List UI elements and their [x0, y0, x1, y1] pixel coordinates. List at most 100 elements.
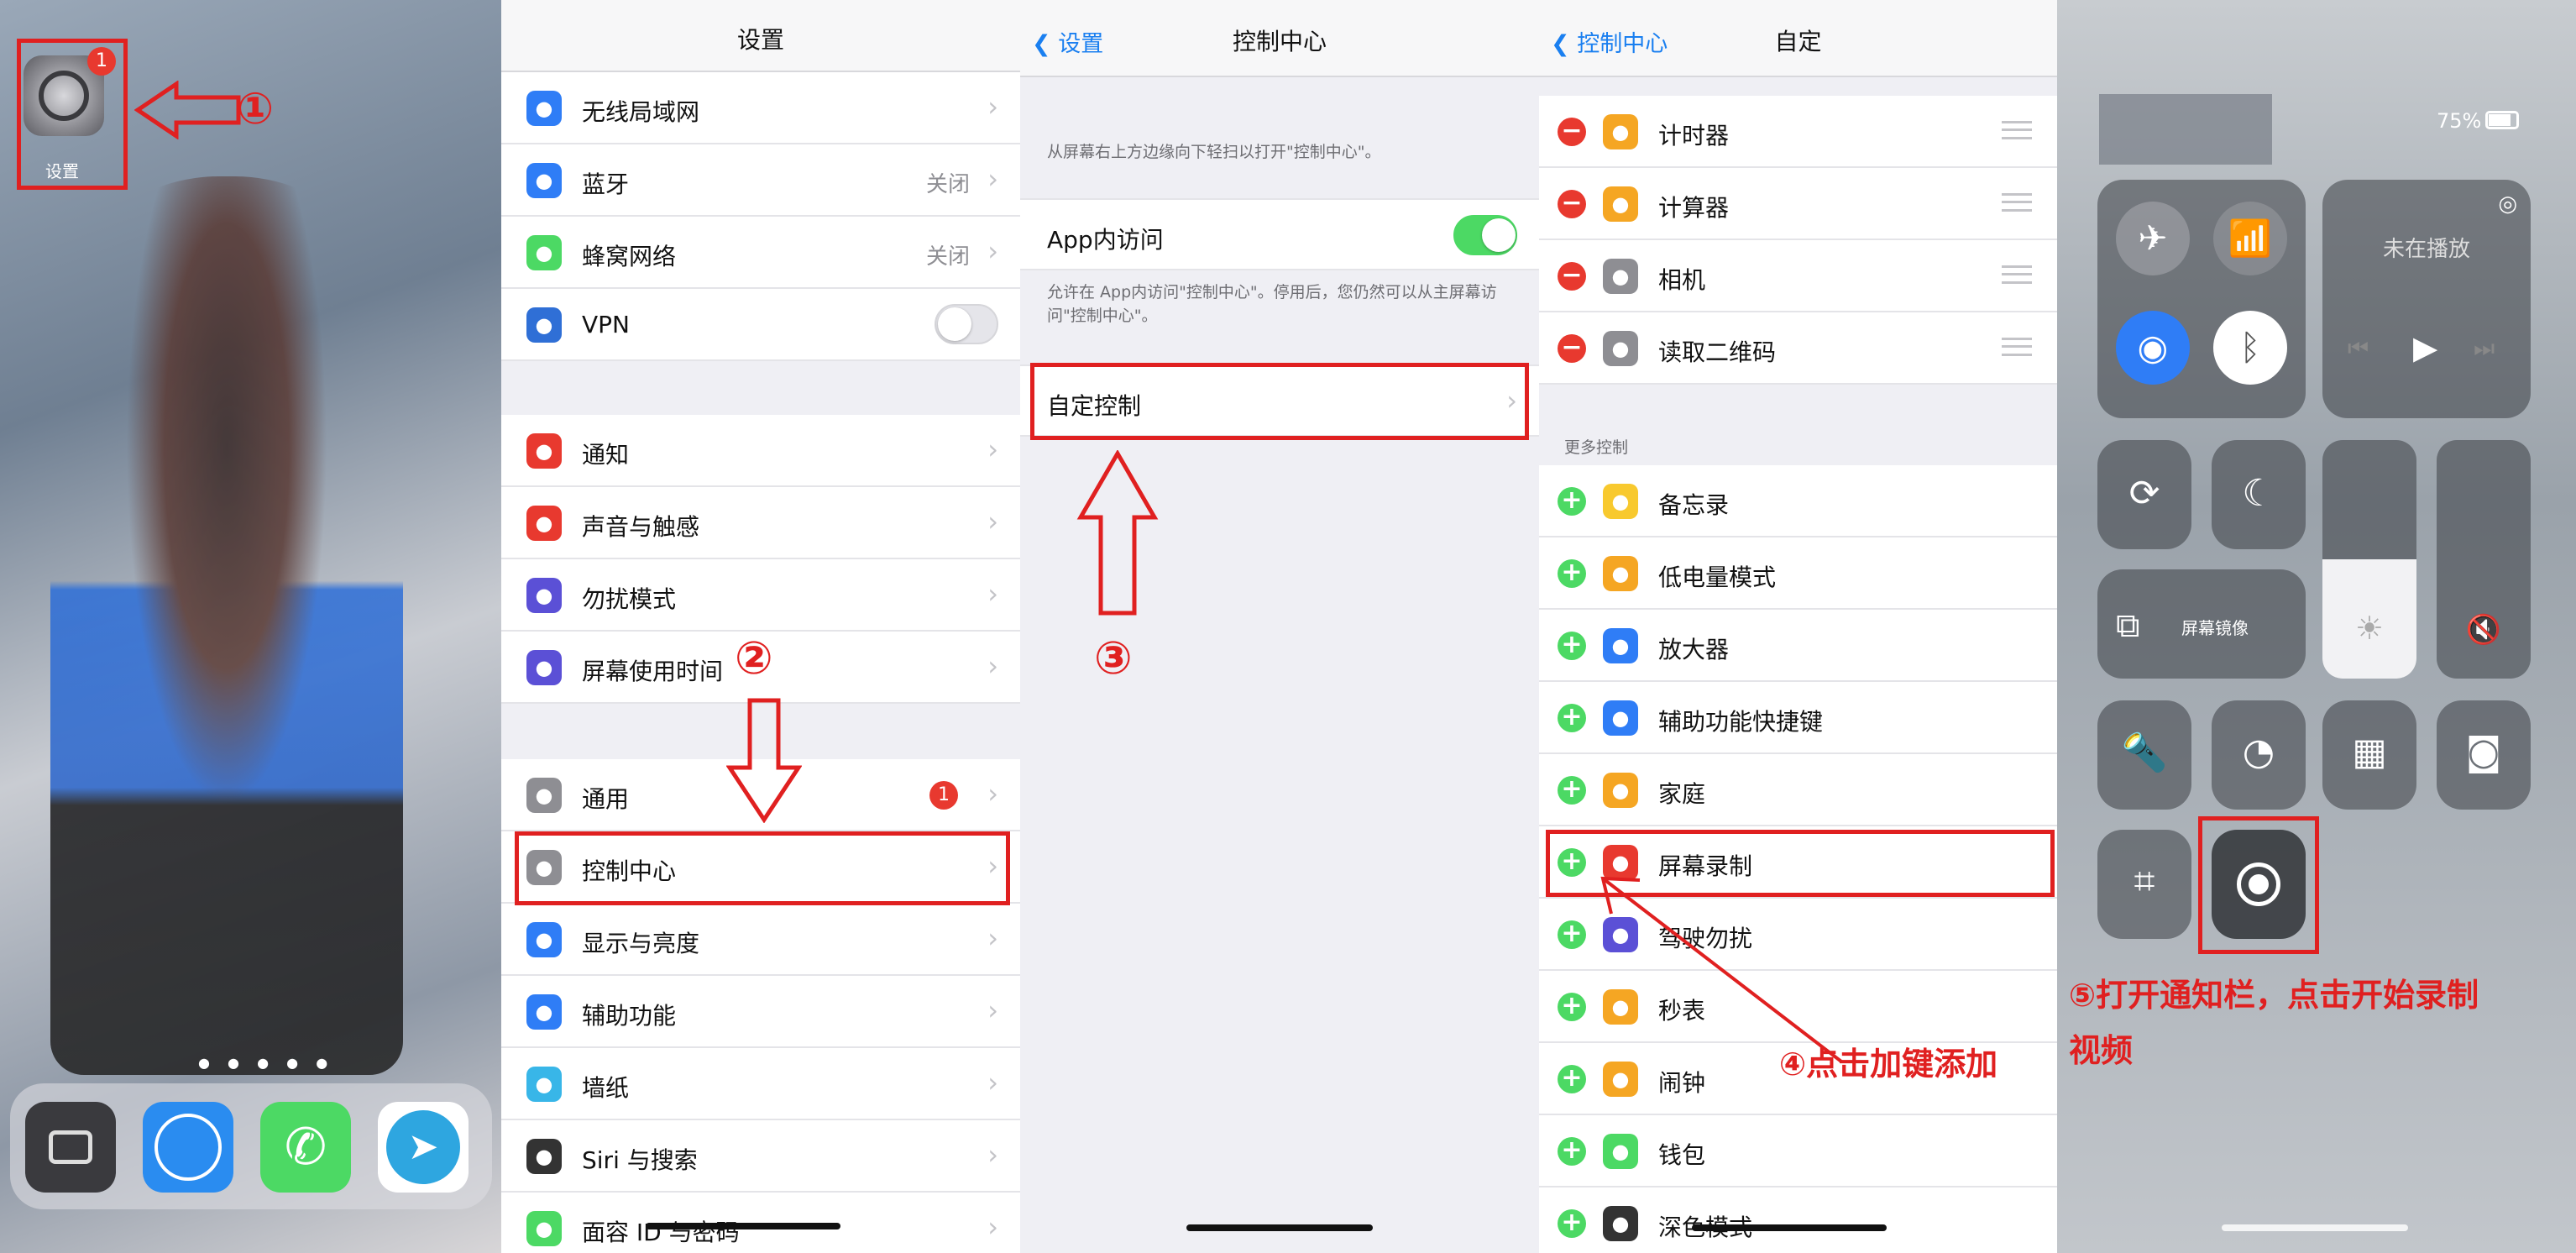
wifi-icon[interactable]: ◉: [2116, 311, 2190, 385]
battery-percent: 75%: [2437, 109, 2482, 133]
add-button[interactable]: +: [1558, 559, 1586, 588]
airplay-icon[interactable]: ◎: [2498, 191, 2517, 217]
play-icon[interactable]: ▶: [2413, 329, 2437, 366]
home-icon: ●: [1603, 773, 1638, 808]
home-indicator: [1186, 1224, 1373, 1231]
settings-row-6[interactable]: ● 勿扰模式 ›: [501, 559, 1020, 632]
camera-icon[interactable]: [25, 1102, 116, 1193]
sun-icon: ☀: [2354, 610, 2385, 647]
calculator-tile[interactable]: ▦: [2322, 700, 2416, 810]
add-button[interactable]: +: [1558, 920, 1586, 949]
flashlight-tile[interactable]: 🔦: [2097, 700, 2191, 810]
remove-button[interactable]: −: [1558, 190, 1586, 218]
bluetooth-icon[interactable]: ᛒ: [2213, 311, 2287, 385]
settings-row-label: 面容 ID 与密码: [582, 1219, 740, 1246]
screen-mirroring-label: 屏幕镜像: [2181, 618, 2249, 638]
settings-row-0[interactable]: ● 无线局域网 ›: [501, 72, 1020, 144]
add-button[interactable]: +: [1558, 993, 1586, 1021]
wallet-icon: ●: [1603, 1134, 1638, 1169]
vpn-toggle[interactable]: [935, 304, 998, 344]
chevron-right-icon: ›: [987, 163, 998, 195]
volume-slider[interactable]: 🔇: [2437, 440, 2531, 679]
reorder-handle-icon[interactable]: [2002, 265, 2032, 284]
chevron-right-icon: ›: [987, 650, 998, 682]
control-label: 家庭: [1658, 780, 1706, 808]
more-control-row: + ● 放大器: [1539, 610, 2057, 682]
speaker-icon: ●: [526, 506, 562, 541]
add-button[interactable]: +: [1558, 632, 1586, 660]
settings-row-label: 显示与亮度: [582, 930, 700, 957]
remove-button[interactable]: −: [1558, 334, 1586, 363]
settings-row-4[interactable]: ● 通知 ›: [501, 415, 1020, 487]
step3-arrow-icon: [1076, 450, 1159, 616]
battery-icon: ●: [1603, 556, 1638, 591]
add-button[interactable]: +: [1558, 704, 1586, 732]
control-label: 计算器: [1658, 194, 1730, 222]
qr-scanner-tile[interactable]: ⌗: [2097, 830, 2191, 939]
remove-button[interactable]: −: [1558, 118, 1586, 146]
step3-label: ③: [1094, 632, 1133, 684]
reorder-handle-icon[interactable]: [2002, 121, 2032, 139]
siri-icon: ●: [526, 1139, 562, 1174]
app-access-row: App内访问: [1020, 198, 1539, 270]
forward-icon[interactable]: ⏭: [2474, 334, 2495, 363]
now-playing-label: 未在播放: [2382, 237, 2470, 262]
control-label: 低电量模式: [1658, 564, 1777, 591]
customize-screen: − ● 计时器 − ● 计算器 − ● 相机 − ● 读取二维码 + ● 备忘录 + ● 低电量模式 + ● 放大器 + ●…: [1539, 0, 2057, 1253]
rotation-lock-tile[interactable]: ⟳: [2097, 440, 2191, 549]
more-control-row: + ● 钱包: [1539, 1115, 2057, 1187]
notification-icon: ●: [526, 433, 562, 469]
telegram-icon[interactable]: ➤: [378, 1102, 469, 1193]
chevron-right-icon: ›: [987, 1067, 998, 1098]
settings-row-value: 关闭: [925, 244, 970, 270]
app-access-desc: 允许在 App内访问"控制中心"。停用后，您仍然可以从主屏幕访问"控制中心"。: [1047, 283, 1497, 325]
camera-tile[interactable]: ◙: [2437, 700, 2531, 810]
control-label: 读取二维码: [1658, 338, 1777, 366]
bluetooth-icon: ●: [526, 163, 562, 198]
accessibility-icon: ●: [1603, 700, 1638, 736]
settings-navbar: 设置: [501, 0, 1020, 72]
settings-row-11[interactable]: ● 辅助功能 ›: [501, 976, 1020, 1048]
settings-row-1[interactable]: ● 蓝牙 › 关闭: [501, 144, 1020, 217]
reorder-handle-icon[interactable]: [2002, 338, 2032, 356]
cellular-icon[interactable]: 📶: [2213, 202, 2287, 275]
settings-row-5[interactable]: ● 声音与触感 ›: [501, 487, 1020, 559]
safari-icon[interactable]: [143, 1102, 233, 1193]
airplane-mode-icon[interactable]: ✈: [2116, 202, 2190, 275]
screen-mirroring-tile[interactable]: ⧉ 屏幕镜像: [2097, 569, 2306, 679]
app-access-label: App内访问: [1047, 226, 1164, 254]
settings-row-3[interactable]: ● VPN: [501, 289, 1020, 361]
add-button[interactable]: +: [1558, 1209, 1586, 1238]
settings-row-10[interactable]: ● 显示与亮度 ›: [501, 904, 1020, 976]
mirroring-icon: ⧉: [2116, 606, 2140, 645]
settings-row-12[interactable]: ● 墙纸 ›: [501, 1048, 1020, 1120]
settings-row-label: 蜂窝网络: [582, 243, 677, 270]
qr-icon: ●: [1603, 331, 1638, 366]
wallpaper-figure: [50, 176, 403, 1075]
add-button[interactable]: +: [1558, 1137, 1586, 1166]
update-badge: 1: [929, 781, 958, 810]
phone-icon[interactable]: ✆: [260, 1102, 351, 1193]
timer-tile[interactable]: ◔: [2212, 700, 2306, 810]
camera-icon: ●: [1603, 259, 1638, 294]
add-button[interactable]: +: [1558, 487, 1586, 516]
reorder-handle-icon[interactable]: [2002, 193, 2032, 212]
do-not-disturb-tile[interactable]: ☾: [2212, 440, 2306, 549]
add-button[interactable]: +: [1558, 776, 1586, 805]
settings-row-13[interactable]: ● Siri 与搜索 ›: [501, 1120, 1020, 1193]
app-access-toggle[interactable]: [1453, 215, 1517, 255]
included-control-row: − ● 计算器: [1539, 168, 2057, 240]
rewind-icon[interactable]: ⏮: [2348, 334, 2369, 363]
settings-row-label: 无线局域网: [582, 98, 700, 126]
control-center-settings-screen: ❮ 设置 控制中心 从屏幕右上方边缘向下轻扫以打开"控制中心"。 App内访问 …: [1020, 0, 1539, 1253]
chevron-right-icon: ›: [987, 922, 998, 954]
settings-row-2[interactable]: ● 蜂窝网络 › 关闭: [501, 217, 1020, 289]
settings-row-label: 辅助功能: [582, 1002, 677, 1030]
control-center-panel: 75% ✈ 📶 ◉ ᛒ 未在播放 ◎ ⏮ ▶ ⏭ ⟳ ☾ ⧉ 屏幕镜像 ☀ 🔇 …: [2057, 0, 2576, 1253]
brightness-slider[interactable]: ☀: [2322, 440, 2416, 679]
add-button[interactable]: +: [1558, 1065, 1586, 1093]
remove-button[interactable]: −: [1558, 262, 1586, 291]
settings-row-label: 通知: [582, 441, 630, 469]
step2-highlight: [515, 831, 1010, 905]
control-label: 备忘录: [1658, 491, 1730, 519]
